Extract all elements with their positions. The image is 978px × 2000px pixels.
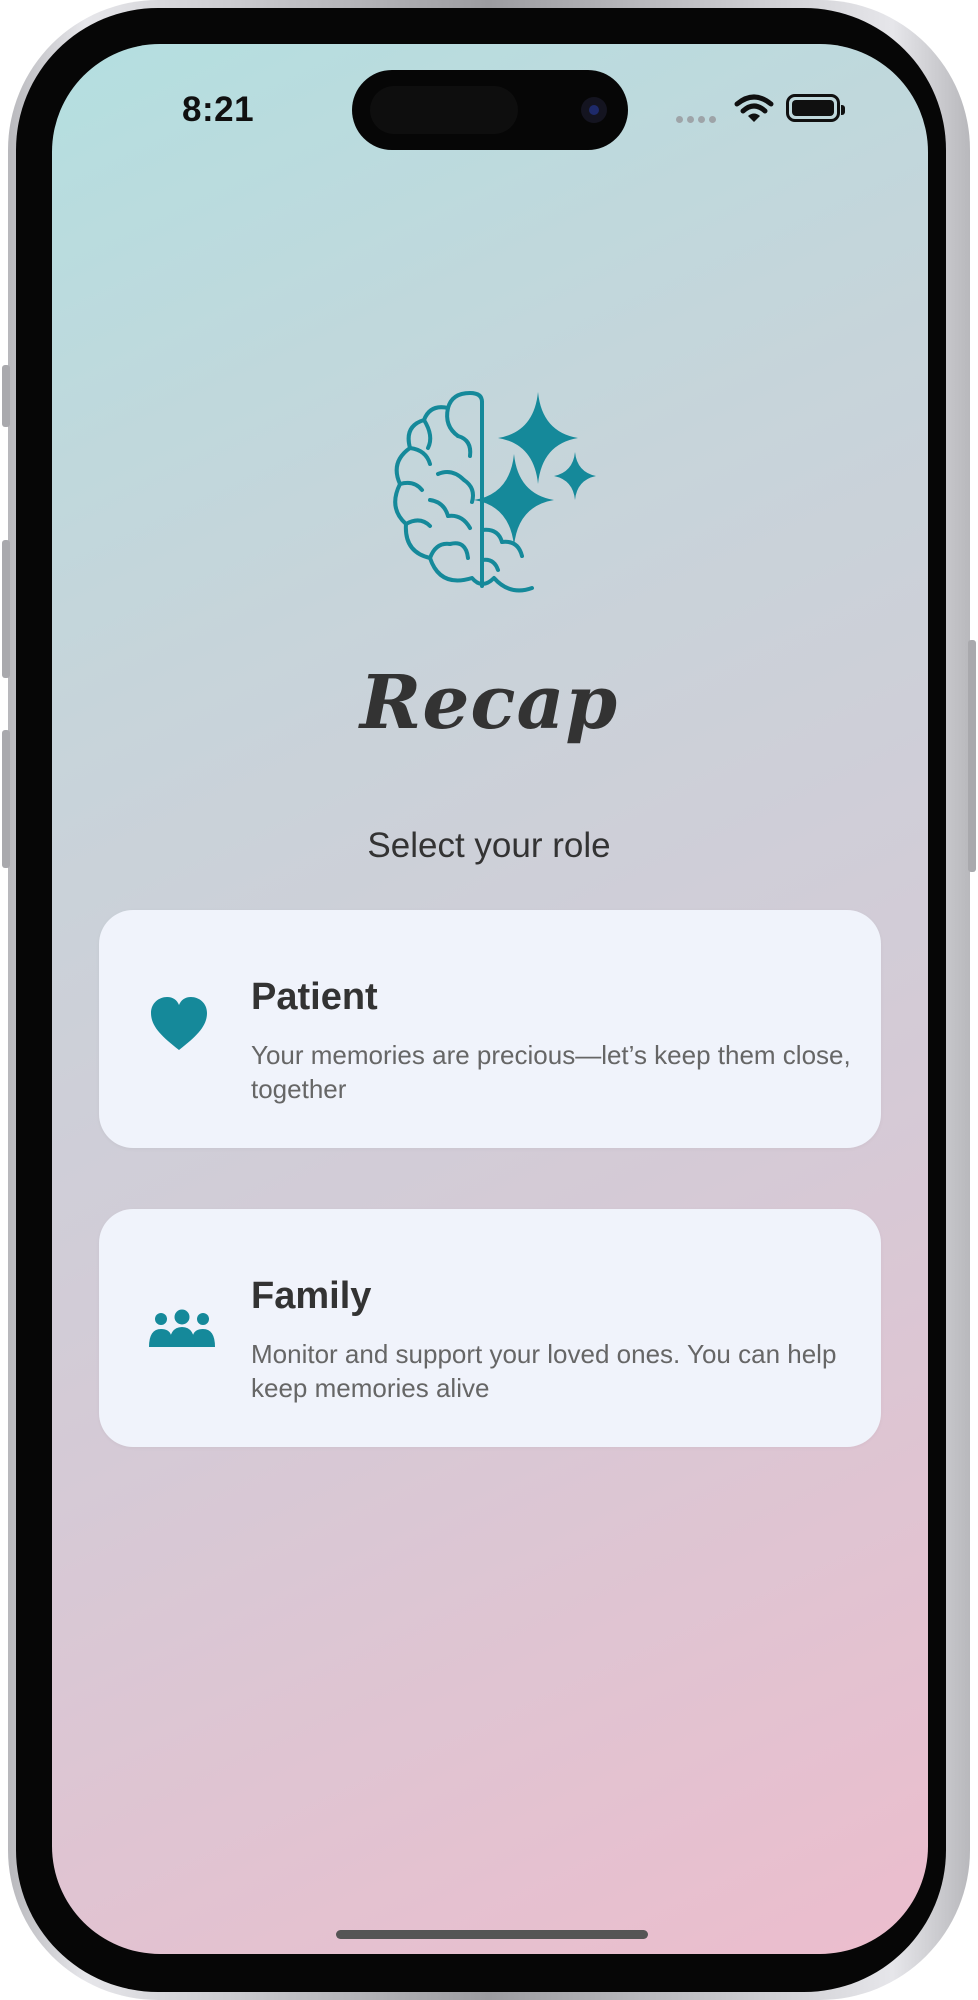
home-indicator[interactable]: [336, 1930, 648, 1939]
volume-down-button: [2, 730, 10, 868]
island-sensor: [370, 86, 518, 134]
heart-icon: [151, 997, 207, 1050]
brain-sparkles-icon: [393, 391, 596, 593]
action-button: [2, 365, 10, 427]
front-camera: [581, 97, 607, 123]
role-title: Patient: [251, 976, 378, 1018]
role-card-family[interactable]: Family Monitor and support your loved on…: [99, 1209, 881, 1447]
role-description: Your memories are precious—let’s keep th…: [251, 1040, 851, 1104]
signal-dots-icon: [676, 116, 716, 123]
group-icon: [149, 1309, 215, 1347]
status-time: 8:21: [182, 90, 255, 129]
power-button: [968, 640, 976, 872]
role-card-patient[interactable]: Patient Your memories are precious—let’s…: [99, 910, 881, 1148]
role-description: Monitor and support your loved ones. You…: [251, 1339, 837, 1403]
app-title: Recap: [359, 660, 619, 746]
wifi-icon: [734, 94, 774, 122]
dynamic-island: [352, 70, 628, 150]
screen: 8:21 Recap Select your role Patient Your…: [52, 44, 928, 1954]
role-title: Family: [251, 1275, 372, 1317]
volume-up-button: [2, 540, 10, 678]
battery-icon: [786, 94, 845, 122]
role-prompt: Select your role: [367, 826, 611, 865]
